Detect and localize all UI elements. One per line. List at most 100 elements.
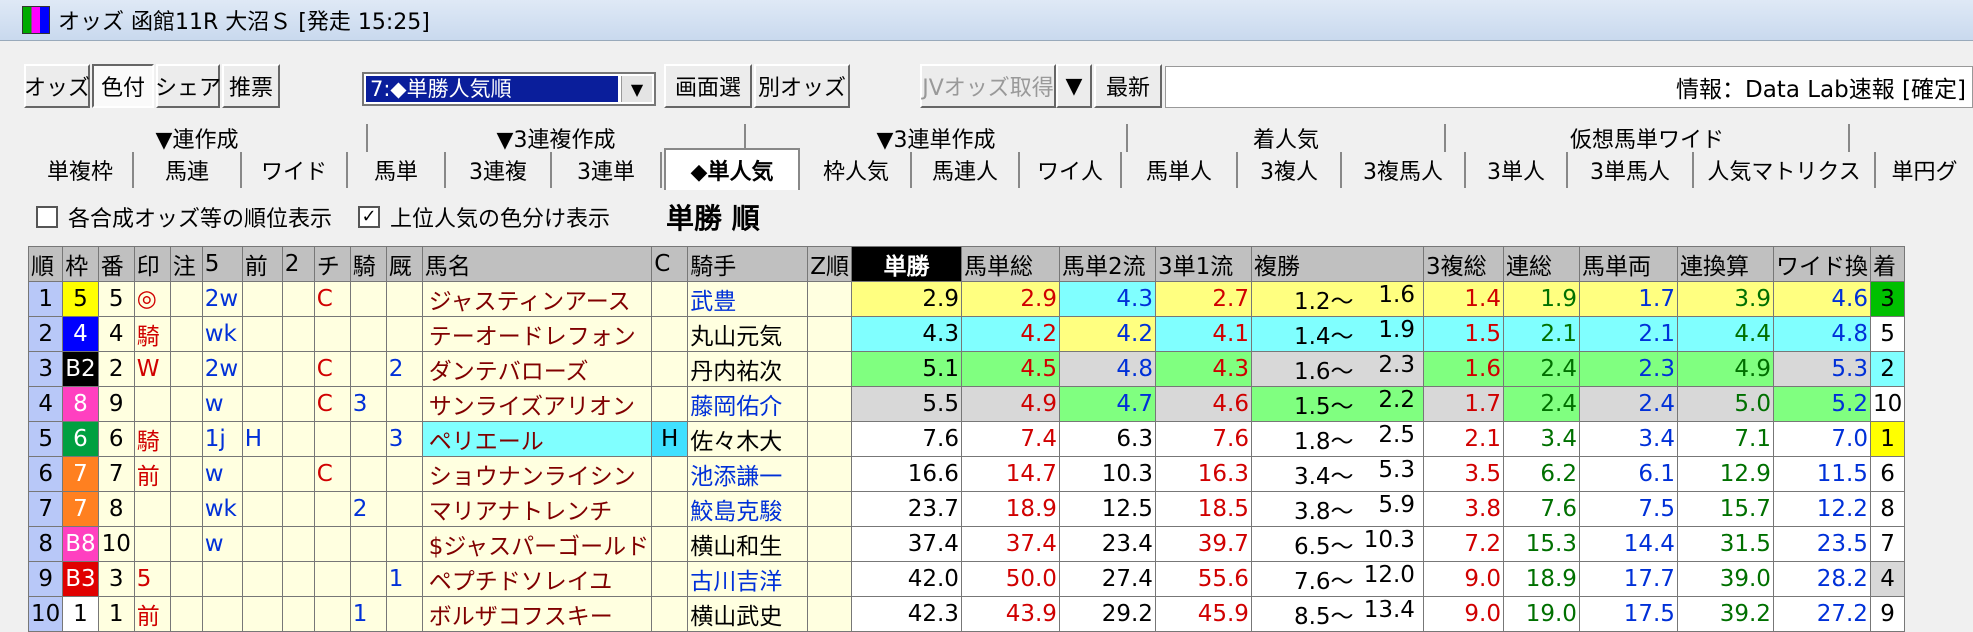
column-header[interactable]: 3単1流 — [1154, 246, 1252, 282]
group-ren[interactable]: ▼連作成 — [28, 124, 368, 153]
cell-rank: 9 — [27, 561, 64, 597]
cell-two — [281, 421, 315, 457]
view-select[interactable]: 7:◆単勝人気順 ▼ — [362, 72, 656, 106]
jv-odds-button[interactable]: JVオッズ取得 — [920, 64, 1056, 108]
other-odds-button[interactable]: 別オッズ — [754, 64, 850, 108]
column-header[interactable]: 番 — [97, 246, 135, 282]
cell-mark: ◎ — [133, 281, 171, 317]
table-row[interactable]: 7 7 8 wk 2 マリアナトレンチ 鮫島克駿 23.7 18.9 12.5 18.5 3.8〜 5.… — [27, 491, 1906, 527]
group-virtual-wide[interactable]: 仮想馬単ワイド — [1446, 124, 1850, 153]
cell-chu — [169, 456, 203, 492]
table-row[interactable]: 9 B3 3 5 1 ペプチドソレイユ 古川吉洋 42.0 50.0 27.4 55.6 7.6〜 12… — [27, 561, 1906, 597]
table-row[interactable]: 2 4 4 騎 wk テーオードレフォン 丸山元気 4.3 4.2 4.2 4.1 1.4〜 1.9 1.… — [27, 316, 1906, 352]
tab-3puku-uma-ninki[interactable]: 3複馬人 — [1342, 152, 1466, 188]
cell-ren: 2.4 — [1502, 351, 1580, 387]
column-header[interactable]: チ — [313, 246, 351, 282]
table-row[interactable]: 5 6 6 騎 1j H 3 ペリエール H 佐々木大 7.6 7.4 6.3 7.6 1.8〜 2.5 2.1… — [27, 421, 1906, 457]
cell-san: 9.0 — [1422, 561, 1504, 597]
tab-umatan[interactable]: 馬単 — [348, 152, 446, 188]
tab-3renpuku[interactable]: 3連複 — [446, 152, 552, 188]
table-row[interactable]: 6 7 7 前 w C ショウナンライシン 池添謙一 16.6 14.7 10.3 16.3 3.4〜 5… — [27, 456, 1906, 492]
column-header[interactable]: 2 — [281, 246, 315, 282]
column-header[interactable]: 順 — [27, 246, 64, 282]
table-row[interactable]: 1 5 5 ◎ 2w C ジャスティンアース 武豊 2.9 2.9 4.3 2.7 1.2〜 1.6 1.4… — [27, 281, 1906, 317]
color-display-checkbox[interactable]: ✓ — [358, 206, 381, 228]
column-header[interactable]: 騎手 — [687, 246, 809, 282]
column-header[interactable]: 厩 — [385, 246, 423, 282]
column-header[interactable]: 注 — [169, 246, 203, 282]
table-row[interactable]: 10 1 1 前 1 ボルザコフスキー 横山武史 42.3 43.9 29.2 45.9 8.5〜 13… — [27, 596, 1906, 632]
group-chaku-ninki[interactable]: 着人気 — [1128, 124, 1446, 153]
column-header[interactable]: 5 — [201, 246, 243, 282]
cell-ki: 1 — [349, 596, 387, 632]
table-header: 順枠番印注 5 前 2 チ騎厩馬名 C 騎手 Z順 単勝 馬単総 馬単2流 3単1流 複勝 3複総 連総 馬単… — [27, 246, 1906, 282]
column-header[interactable]: 騎 — [349, 246, 387, 282]
cell-chi — [313, 316, 351, 352]
cell-ki — [349, 421, 387, 457]
column-header[interactable]: 連換算 — [1676, 246, 1774, 282]
column-header[interactable]: 複勝 — [1250, 246, 1424, 282]
tab-ninki-matrix[interactable]: 人気マトリクス — [1694, 152, 1876, 188]
cell-five: w — [201, 386, 243, 422]
column-header[interactable]: 連総 — [1502, 246, 1580, 282]
tab-umatan-ninki[interactable]: 馬単人 — [1122, 152, 1238, 188]
tab-wide[interactable]: ワイド — [242, 152, 348, 188]
window-titlebar: オッズ 函館11R 大沼Ｓ [発走 15:25] — [0, 0, 1973, 41]
column-header[interactable]: 前 — [241, 246, 283, 282]
cell-five — [201, 561, 243, 597]
cell-rank: 2 — [27, 316, 64, 352]
column-header[interactable]: 単勝 — [850, 246, 962, 282]
fuku-high: 2.5 — [1378, 422, 1415, 449]
jv-odds-dropdown-icon[interactable]: ▼ — [1056, 64, 1092, 108]
screen-select-button[interactable]: 画面選 — [664, 64, 752, 108]
cell-mae — [241, 386, 283, 422]
column-header[interactable]: 馬単総 — [960, 246, 1060, 282]
share-button[interactable]: シェア — [155, 64, 221, 108]
column-header[interactable]: 3複総 — [1422, 246, 1504, 282]
cell-rank: 1 — [27, 281, 64, 317]
tab-3tan-ninki[interactable]: 3単人 — [1466, 152, 1568, 188]
table-row[interactable]: 4 8 9 w C 3 サンライズアリオン 藤岡佑介 5.5 4.9 4.7 4.6 1.5〜 2.2 1.… — [27, 386, 1906, 422]
cell-five: 2w — [201, 351, 243, 387]
tab-3tan-uma-ninki[interactable]: 3単馬人 — [1568, 152, 1694, 188]
column-header[interactable]: 馬単両 — [1578, 246, 1678, 282]
tab-3puku-ninki[interactable]: 3複人 — [1238, 152, 1342, 188]
column-header[interactable]: Z順 — [807, 246, 852, 282]
cell-wide: 23.5 — [1772, 526, 1871, 562]
tab-wide-ninki[interactable]: ワイ人 — [1020, 152, 1122, 188]
recommend-button[interactable]: 推票 — [222, 64, 280, 108]
chevron-down-icon[interactable]: ▼ — [621, 76, 652, 102]
cell-ki — [349, 351, 387, 387]
cell-ryo: 2.4 — [1578, 386, 1678, 422]
rank-display-checkbox[interactable] — [36, 206, 58, 228]
column-header[interactable]: ワイド換 — [1772, 246, 1871, 282]
cell-umatan: 7.4 — [960, 421, 1060, 457]
cell-jockey: 藤岡佑介 — [687, 386, 809, 422]
column-header[interactable]: 枠 — [62, 246, 99, 282]
column-header[interactable]: 馬名 — [421, 246, 653, 282]
color-button[interactable]: 色付 — [92, 64, 154, 108]
cell-kan: 3.9 — [1676, 281, 1774, 317]
group-3rentan[interactable]: ▼3連単作成 — [746, 124, 1128, 153]
column-header[interactable]: 印 — [133, 246, 171, 282]
column-header[interactable]: 馬単2流 — [1058, 246, 1156, 282]
cell-mark: 5 — [133, 561, 171, 597]
cell-ban: 7 — [97, 456, 135, 492]
latest-button[interactable]: 最新 — [1094, 64, 1162, 108]
tab-umaren[interactable]: 馬連 — [134, 152, 242, 188]
tab-tanen-graph[interactable]: 単円グ — [1876, 152, 1973, 188]
column-header[interactable]: C — [651, 246, 689, 282]
tab-waku-ninki[interactable]: 枠人気 — [802, 152, 912, 188]
tab-tanpuku-waku[interactable]: 単複枠 — [28, 152, 134, 188]
tab-umaren-ninki[interactable]: 馬連人 — [912, 152, 1020, 188]
column-header[interactable]: 着 — [1869, 246, 1906, 282]
cell-chi — [313, 526, 351, 562]
cell-umatan2: 4.2 — [1058, 316, 1156, 352]
odds-button[interactable]: オッズ — [24, 64, 90, 108]
table-row[interactable]: 8 B8 10 w $ジャスパーゴールド 横山和生 37.4 37.4 23.4 39.7 6.5〜… — [27, 526, 1906, 562]
table-row[interactable]: 3 B2 2 W 2w C 2 ダンテバローズ 丹内祐次 5.1 4.5 4.8 4.3 1.6〜 2.3 1… — [27, 351, 1906, 387]
tab-tan-ninki[interactable]: ◆単人気 — [664, 148, 800, 190]
tab-3rentan[interactable]: 3連単 — [552, 152, 662, 188]
cell-jockey: 丹内祐次 — [687, 351, 809, 387]
cell-z — [807, 491, 852, 527]
